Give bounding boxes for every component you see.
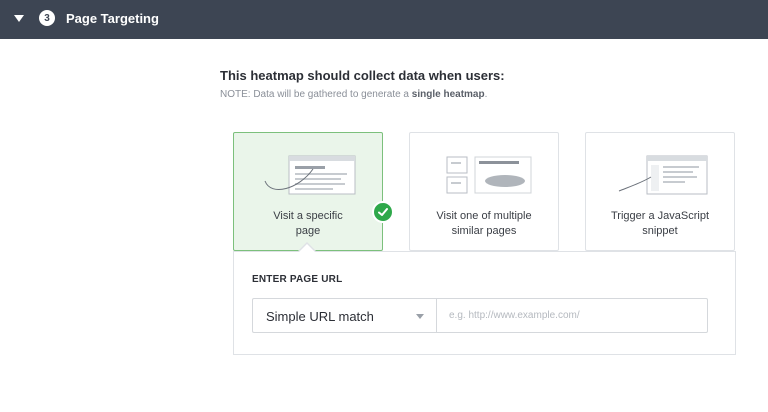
option-label: Trigger a JavaScript snippet — [610, 210, 710, 237]
option-multiple-pages[interactable]: Visit one of multiple similar pages — [409, 132, 559, 251]
specific-page-illustration-icon — [264, 155, 356, 195]
targeting-question: This heatmap should collect data when us… — [220, 68, 505, 83]
section-header[interactable]: 3 Page Targeting — [0, 0, 768, 39]
url-match-type-select[interactable]: Simple URL match — [252, 298, 436, 333]
selected-check-icon — [372, 201, 394, 223]
url-match-type-value: Simple URL match — [266, 309, 374, 324]
collapse-caret-icon[interactable] — [14, 15, 24, 22]
multiple-pages-illustration-icon — [446, 156, 532, 194]
chevron-down-icon — [416, 314, 424, 319]
option-label: Visit one of multiple similar pages — [436, 210, 532, 237]
option-label: Visit a specific page — [273, 210, 343, 237]
option-javascript-snippet[interactable]: Trigger a JavaScript snippet — [585, 132, 735, 251]
targeting-note: NOTE: Data will be gathered to generate … — [220, 89, 488, 100]
section-title: Page Targeting — [66, 11, 159, 26]
step-number-badge: 3 — [39, 10, 55, 26]
note-emphasis: single heatmap — [411, 89, 485, 100]
panel-pointer-inner — [298, 244, 316, 253]
page-url-label: ENTER PAGE URL — [252, 274, 343, 285]
option-specific-page[interactable]: Visit a specific page — [233, 132, 383, 251]
page-url-input[interactable] — [436, 298, 708, 333]
javascript-snippet-illustration-icon — [618, 155, 708, 195]
